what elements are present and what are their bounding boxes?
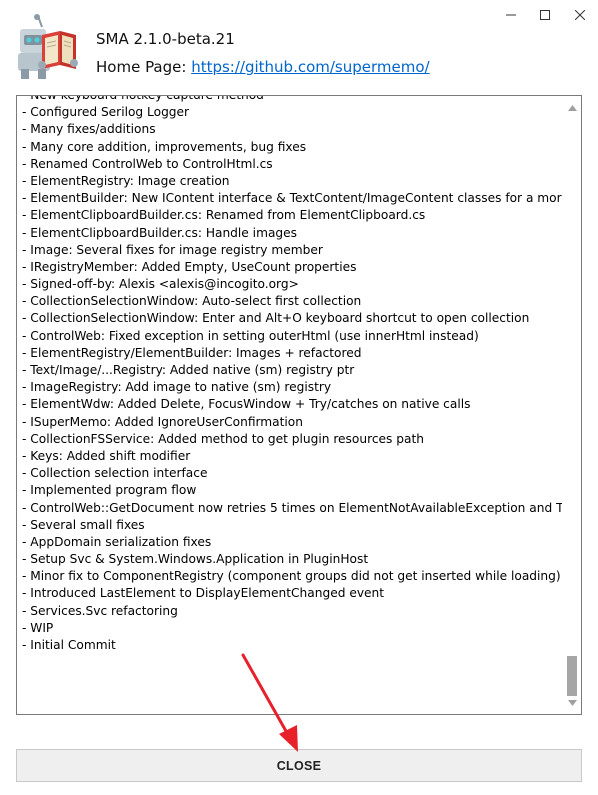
changelog-line: - Setup Svc & System.Windows.Application…	[22, 552, 369, 567]
window-controls	[494, 0, 598, 32]
robot-reading-book-icon	[12, 13, 82, 81]
changelog-line: - ElementWdw: Added Delete, FocusWindow …	[22, 397, 471, 412]
changelog-line: - Implemented program flow	[22, 483, 197, 498]
close-icon	[575, 10, 585, 20]
changelog-line: - Many core addition, improvements, bug …	[22, 139, 307, 154]
homepage-row: Home Page: https://github.com/supermemo/	[96, 58, 430, 76]
changelog-line: - Several small fixes	[22, 517, 145, 532]
changelog-line: - Configured Serilog Logger	[22, 105, 190, 120]
scroll-down-arrow-icon[interactable]	[564, 694, 581, 711]
changelog-line: - WIP	[22, 620, 54, 635]
changelog-line: - Introduced LastElement to DisplayEleme…	[22, 586, 385, 601]
changelog-line: - Collection selection interface	[22, 466, 208, 481]
changelog-line: - ImageRegistry: Add image to native (sm…	[22, 380, 332, 395]
maximize-button[interactable]	[528, 0, 562, 30]
changelog-line: - IRegistryMember: Added Empty, UseCount…	[22, 259, 357, 274]
changelog-line: - ElementRegistry: Image creation	[22, 173, 230, 188]
minimize-icon	[506, 10, 516, 20]
changelog-line: - Text/Image/...Registry: Added native (…	[22, 363, 355, 377]
changelog-line: - Services.Svc refactoring	[22, 603, 178, 618]
homepage-label: Home Page:	[96, 58, 192, 76]
changelog-line: - ElementRegistry/ElementBuilder: Images…	[22, 345, 362, 360]
changelog-line: - Many fixes/additions	[22, 122, 156, 137]
changelog-line: - Signed-off-by: Alexis <alexis@incogito…	[22, 277, 299, 292]
changelog-line: - Renamed ControlWeb to ControlHtml.cs	[22, 156, 273, 171]
close-button[interactable]: CLOSE	[16, 749, 582, 782]
about-window: SMA 2.1.0-beta.21 Home Page: https://git…	[0, 0, 598, 795]
maximize-icon	[540, 10, 550, 20]
changelog-line: - CollectionSelectionWindow: Enter and A…	[22, 311, 530, 326]
changelog-content: - New keyboard hotkey capture method - Co…	[22, 95, 562, 654]
homepage-link[interactable]: https://github.com/supermemo/	[191, 58, 429, 76]
changelog-line: - CollectionSelectionWindow: Auto-select…	[22, 294, 362, 309]
scroll-up-arrow-icon[interactable]	[564, 99, 581, 116]
changelog-line: - Keys: Added shift modifier	[22, 448, 191, 463]
changelog-line: - ElementBuilder: New IContent interface…	[22, 191, 562, 206]
changelog-line: - New keyboard hotkey capture method	[22, 95, 264, 102]
scrollbar-thumb[interactable]	[567, 656, 577, 696]
changelog-line: - ElementClipboardBuilder.cs: Renamed fr…	[22, 208, 426, 223]
changelog-line: - AppDomain serialization fixes	[22, 534, 212, 549]
window-close-button[interactable]	[562, 0, 598, 30]
app-title: SMA 2.1.0-beta.21	[96, 30, 235, 48]
changelog-line: - Initial Commit	[22, 638, 116, 652]
changelog-textbox[interactable]: - New keyboard hotkey capture method - Co…	[16, 95, 582, 715]
vertical-scrollbar[interactable]	[564, 96, 581, 714]
changelog-line: - ISuperMemo: Added IgnoreUserConfirmati…	[22, 414, 303, 429]
changelog-line: - ElementClipboardBuilder.cs: Handle ima…	[22, 225, 297, 240]
changelog-line: - ControlWeb::GetDocument now retries 5 …	[22, 500, 562, 515]
changelog-line: - Minor fix to ComponentRegistry (compon…	[22, 569, 561, 584]
minimize-button[interactable]	[494, 0, 528, 30]
changelog-line: - Image: Several fixes for image registr…	[22, 242, 323, 257]
changelog-line: - CollectionFSService: Added method to g…	[22, 431, 424, 446]
changelog-line: - ControlWeb: Fixed exception in setting…	[22, 328, 479, 343]
